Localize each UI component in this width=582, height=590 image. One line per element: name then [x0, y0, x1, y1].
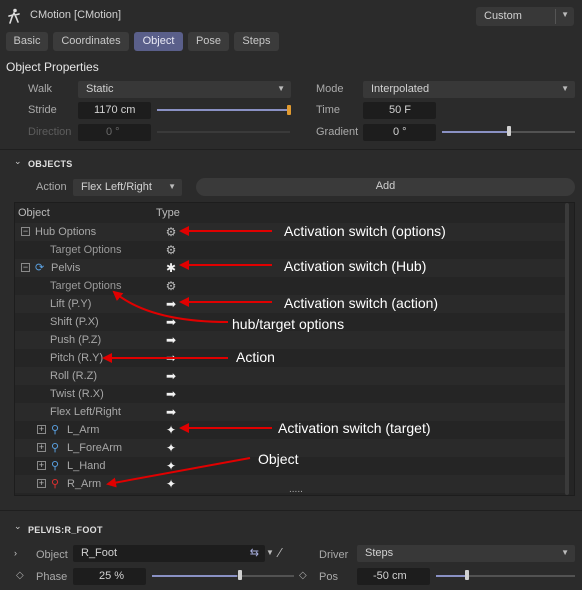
annotation-arrow: [106, 457, 251, 488]
annotation-label: Activation switch (Hub): [284, 258, 427, 274]
annotation-label: hub/target options: [232, 316, 345, 332]
annotation-label: Action: [236, 349, 275, 365]
annotation-label: Activation switch (options): [284, 223, 446, 239]
annotation-label: Object: [258, 451, 299, 467]
annotation-label: Activation switch (action): [284, 295, 439, 311]
annotation-arrow: [112, 290, 229, 323]
annotation-label: Activation switch (target): [278, 420, 431, 436]
